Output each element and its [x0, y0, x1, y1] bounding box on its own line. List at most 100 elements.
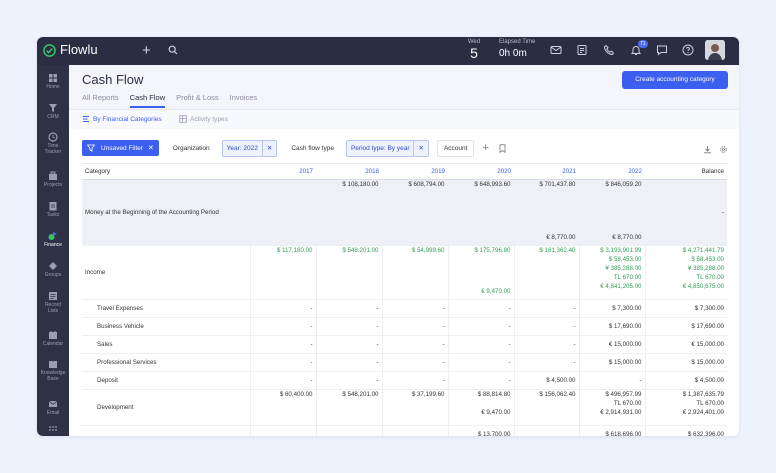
table-row-travel-expenses[interactable]: Travel Expenses - - - - - $ 7,300.00 $ 7…: [82, 299, 727, 318]
table-row-income[interactable]: Income $ 117,180.00 $ 548,201.00 $ 54,99…: [82, 245, 727, 300]
column-header-2018[interactable]: 2018: [316, 163, 382, 180]
phone-icon[interactable]: [603, 44, 615, 56]
cell-value: $ 156,062.40: [539, 391, 576, 398]
subtab-activity-types[interactable]: Activity types: [179, 115, 228, 123]
cell-value: $ 88,814.80: [477, 391, 511, 398]
filter-period-chip[interactable]: Period type: By year ✕: [345, 139, 429, 157]
tab-cash-flow[interactable]: Cash Flow: [129, 93, 166, 108]
mail-icon[interactable]: [550, 44, 562, 56]
cell: $ 117,180.00: [249, 245, 316, 300]
column-header-category[interactable]: Category: [82, 163, 250, 180]
cell-value: TL 670.00: [696, 400, 724, 407]
cell: $ 156,062.40: [513, 389, 579, 426]
filter-account[interactable]: Account: [436, 139, 475, 157]
column-header-2021[interactable]: 2021: [514, 163, 579, 180]
cell: -: [578, 371, 645, 390]
sidebar-item-groups[interactable]: Groups: [37, 261, 69, 278]
bookmark-icon[interactable]: [499, 143, 506, 153]
cell-value: TL 670.00: [696, 274, 724, 281]
sidebar-item-finance[interactable]: Finance: [37, 231, 69, 248]
remove-period-filter-icon[interactable]: ✕: [413, 140, 427, 156]
date-widget[interactable]: Wed 5: [462, 39, 486, 61]
table-row-money-beginning[interactable]: Money at the Beginning of the Accounting…: [82, 179, 727, 246]
filter-account-label: Account: [443, 144, 468, 152]
subtab-label: Activity types: [190, 115, 228, 123]
sidebar-item-projects[interactable]: Projects: [37, 171, 69, 188]
clear-filter-icon[interactable]: ✕: [148, 144, 154, 152]
user-avatar[interactable]: [705, 40, 725, 60]
column-header-2019[interactable]: 2019: [382, 163, 448, 180]
column-header-2020[interactable]: 2020: [448, 163, 514, 180]
filter-organization[interactable]: Organization: [169, 141, 214, 156]
cell: $ 3,193,901.99 $ 58,453.00 ¥ 385,288.00 …: [578, 245, 645, 300]
table-row-business-vehicle[interactable]: Business Vehicle - - - - - $ 17,690.00 $…: [82, 317, 727, 336]
filter-year-chip[interactable]: Year: 2022 ✕: [221, 139, 278, 157]
cell: -: [381, 335, 448, 354]
cell-value: € 4,850,675.00: [682, 283, 724, 290]
cell: $ 60,400.00: [249, 389, 316, 426]
cell: -: [513, 317, 579, 336]
settings-icon[interactable]: [719, 145, 728, 154]
filter-bar: Unsaved Filter ✕ Organization Year: 2022…: [82, 139, 506, 157]
sidebar-item-email[interactable]: Email: [37, 399, 69, 416]
cell-value: $ 58,453.00: [691, 256, 724, 263]
help-icon[interactable]: [682, 44, 694, 56]
tab-invoices[interactable]: Invoices: [230, 93, 258, 108]
unsaved-filter-button[interactable]: Unsaved Filter ✕: [82, 140, 159, 156]
flowlu-logo-icon: [43, 43, 56, 57]
remove-year-filter-icon[interactable]: ✕: [261, 140, 276, 156]
add-filter-icon[interactable]: +: [482, 142, 488, 154]
cash-flow-table: Category 2017 2018 2019 2020 2021 2022 B…: [82, 163, 727, 436]
row-label: Sales: [82, 335, 250, 354]
user-photo-icon: [705, 40, 725, 60]
table-row-deposit[interactable]: Deposit - - - - $ 4,500.00 - $ 4,500.00: [82, 371, 727, 390]
cell: -: [644, 179, 727, 246]
sidebar-item-home[interactable]: Home: [37, 73, 69, 90]
cell: -: [381, 353, 448, 372]
elapsed-time-widget[interactable]: Elapsed Time 0h 0m: [499, 39, 535, 61]
email-icon: [48, 400, 58, 407]
sidebar-item-calendar[interactable]: Calendar: [37, 330, 69, 347]
create-accounting-category-button[interactable]: Create accounting category: [622, 71, 728, 89]
sidebar-item-crm[interactable]: CRM: [37, 103, 69, 120]
sidebar-item-record-lists[interactable]: Record Lists: [37, 291, 69, 314]
tab-profit-loss[interactable]: Profit & Loss: [176, 93, 219, 108]
cell: $ 175,796.80 € 9,470.00: [447, 245, 514, 300]
cell: -: [381, 299, 448, 318]
filter-cash-flow-type[interactable]: Cash flow type: [287, 141, 338, 156]
column-header-2022[interactable]: 2022: [579, 163, 645, 180]
table-row-development[interactable]: Development $ 60,400.00 $ 548,201.00 $ 3…: [82, 389, 727, 426]
add-icon[interactable]: +: [142, 43, 151, 58]
tab-all-reports[interactable]: All Reports: [82, 93, 119, 108]
cell: -: [447, 371, 514, 390]
cell: -: [249, 317, 316, 336]
sidebar: Home CRM Time Tracker Projects Tasks Fin…: [37, 65, 69, 436]
row-label: Travel Expenses: [82, 299, 250, 318]
sidebar-item-time-tracker[interactable]: Time Tracker: [37, 132, 69, 155]
cell-value: TL 670.00: [613, 400, 642, 407]
column-header-2017[interactable]: 2017: [250, 163, 316, 180]
cell: $ 54,999.60: [381, 245, 448, 300]
cell: -: [447, 353, 514, 372]
notification-badge: 71: [638, 40, 648, 48]
sidebar-more[interactable]: [37, 425, 69, 435]
cell: $ 648,993.60: [447, 179, 514, 246]
record-lists-icon: [49, 292, 57, 300]
notes-icon[interactable]: [576, 44, 588, 56]
table-row-sales[interactable]: Sales - - - - - € 15,000.00 € 15,000.00: [82, 335, 727, 354]
table-row-partial[interactable]: $ 13,700.00 $ 618,696.00 $ 632,396.00: [82, 425, 727, 436]
subtab-by-financial-categories[interactable]: By Financial Categories: [82, 115, 162, 123]
cell: $ 15,000.00: [578, 353, 645, 372]
cell-value: ¥ 385,288.00: [605, 265, 642, 272]
sidebar-item-tasks[interactable]: Tasks: [37, 201, 69, 218]
app-logo[interactable]: Flowlu: [43, 43, 98, 57]
column-header-balance[interactable]: Balance: [645, 163, 727, 180]
sidebar-item-knowledge-base[interactable]: Knowledge Base: [37, 359, 69, 382]
cell-value: ¥ 385,288.00: [687, 265, 724, 272]
search-icon[interactable]: [168, 45, 178, 55]
table-row-professional-services[interactable]: Professional Services - - - - - $ 15,000…: [82, 353, 727, 372]
cell: $ 4,500.00: [513, 371, 579, 390]
download-icon[interactable]: [703, 145, 712, 154]
chat-icon[interactable]: [656, 44, 668, 56]
cell-value: $ 175,796.80: [474, 247, 511, 254]
